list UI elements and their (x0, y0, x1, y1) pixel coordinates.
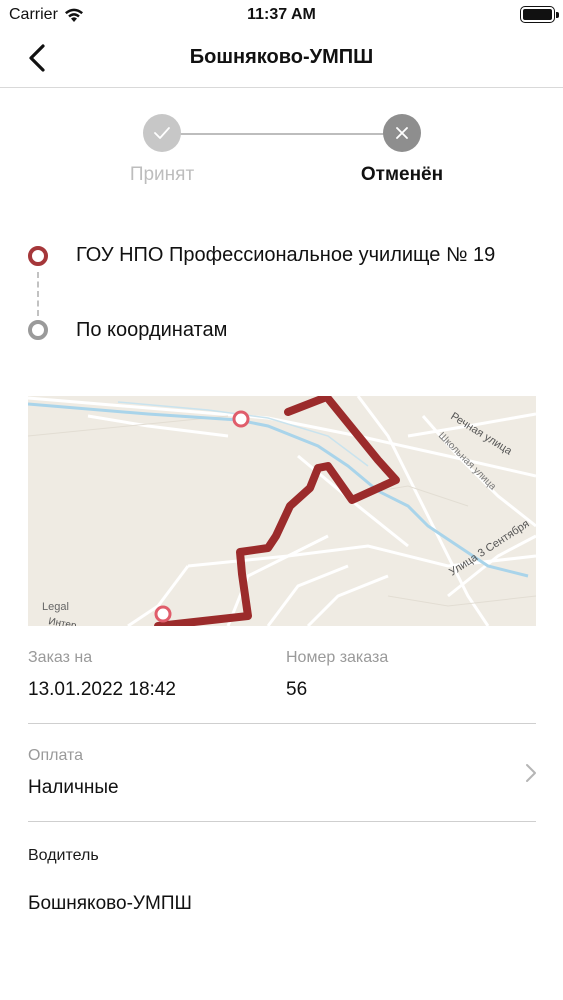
route-map[interactable]: Речная улица Школьная улица Улица 3 Сент… (28, 396, 536, 626)
divider (28, 821, 536, 822)
order-date-value: 13.01.2022 18:42 (28, 679, 176, 700)
step-cancelled (383, 114, 421, 152)
step-accepted (143, 114, 181, 152)
payment-label: Оплата (28, 747, 84, 764)
map-label-inter: Интер (47, 616, 77, 626)
route-to-address: По координатам (76, 319, 228, 341)
order-number-value: 56 (286, 679, 308, 700)
close-icon (396, 127, 408, 139)
chevron-right-icon (526, 764, 536, 782)
payment-value: Наличные (28, 777, 119, 798)
stepper-line (162, 133, 402, 135)
driver-value: Бошняково-УМПШ (28, 893, 192, 914)
check-icon (154, 127, 170, 139)
route-start-marker-icon (28, 246, 48, 266)
map-end-marker-icon (154, 605, 172, 623)
order-date-label: Заказ на (28, 649, 93, 666)
route-from-address: ГОУ НПО Профессиональное училище № 19 (76, 244, 496, 266)
navigation-bar: Бошняково-УМПШ (0, 30, 563, 88)
driver-label: Водитель (28, 847, 99, 864)
battery-icon (520, 6, 559, 23)
page-title: Бошняково-УМПШ (189, 46, 374, 68)
order-number-label: Номер заказа (286, 649, 389, 666)
map-canvas: Речная улица Школьная улица Улица 3 Сент… (28, 396, 536, 626)
map-legal-link: Legal (42, 601, 69, 613)
payment-row[interactable]: Оплата Наличные (0, 724, 563, 820)
status-time: 11:37 AM (247, 6, 316, 23)
status-bar: Carrier 11:37 AM (0, 0, 563, 30)
map-start-marker-icon (232, 410, 250, 428)
order-status-stepper: Принят Отменён (0, 112, 563, 192)
route-end-marker-icon (28, 320, 48, 340)
step-label-accepted: Принят (129, 164, 195, 185)
step-label-cancelled: Отменён (360, 164, 444, 185)
route-connector (37, 272, 39, 316)
